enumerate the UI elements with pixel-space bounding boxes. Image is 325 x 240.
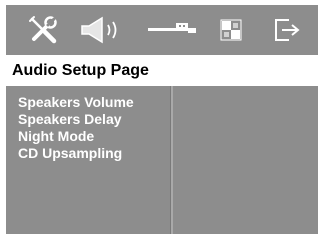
video-setup-tab[interactable] <box>146 5 198 55</box>
submenu-panel <box>174 86 318 234</box>
audio-options-list: Speakers Volume Speakers Delay Night Mod… <box>6 86 170 234</box>
exit-icon <box>275 19 300 41</box>
menu-item-cd-upsampling[interactable]: CD Upsampling <box>6 145 170 162</box>
setup-menu-screen: Audio Setup Page Speakers Volume Speaker… <box>0 0 325 240</box>
general-setup-icon <box>29 16 57 44</box>
setup-toolbar <box>6 5 318 55</box>
video-setup-icon <box>148 23 196 33</box>
general-setup-tab[interactable] <box>26 5 60 55</box>
column-divider <box>171 86 173 234</box>
preference-setup-tab[interactable] <box>218 5 244 55</box>
menu-item-night-mode[interactable]: Night Mode <box>6 128 170 145</box>
menu-content-panel: Speakers Volume Speakers Delay Night Mod… <box>6 86 318 234</box>
menu-item-speakers-volume[interactable]: Speakers Volume <box>6 94 170 111</box>
exit-tab[interactable] <box>272 5 306 55</box>
audio-setup-icon <box>81 16 117 44</box>
audio-setup-tab[interactable] <box>79 5 125 55</box>
menu-item-speakers-delay[interactable]: Speakers Delay <box>6 111 170 128</box>
page-title-bar: Audio Setup Page <box>6 59 318 83</box>
page-title: Audio Setup Page <box>12 62 149 79</box>
preference-setup-icon <box>220 19 242 41</box>
